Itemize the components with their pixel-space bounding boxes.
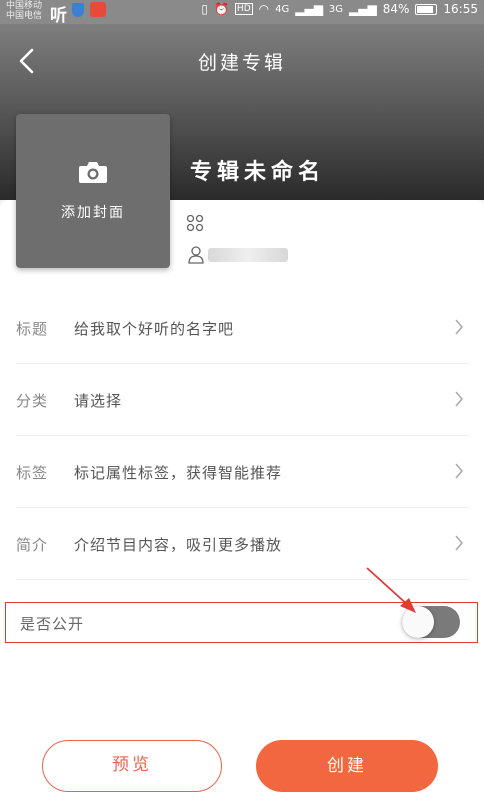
category-icon bbox=[186, 214, 204, 232]
title-input[interactable]: 给我取个好听的名字吧 bbox=[74, 318, 234, 339]
page-title: 创建专辑 bbox=[197, 52, 286, 74]
chevron-right-icon bbox=[455, 535, 464, 551]
network-1-label: 4G bbox=[275, 3, 290, 15]
add-cover-button[interactable]: 添加封面 bbox=[16, 114, 170, 268]
category-select[interactable]: 请选择 bbox=[74, 390, 122, 411]
form-card: 标题 给我取个好听的名字吧 分类 请选择 标签 标记属性标签，获得智能推荐 简介… bbox=[0, 200, 484, 811]
battery-percent: 84% bbox=[382, 2, 410, 16]
signal-1-icon: ▂▄▆ bbox=[295, 2, 323, 16]
shield-icon bbox=[72, 3, 84, 17]
preview-button[interactable]: 预览 bbox=[42, 740, 222, 792]
category-row[interactable]: 分类 请选择 bbox=[16, 364, 468, 436]
intro-row[interactable]: 简介 介绍节目内容，吸引更多播放 bbox=[16, 508, 468, 580]
public-toggle[interactable] bbox=[402, 606, 460, 638]
public-label: 是否公开 bbox=[20, 615, 85, 633]
tags-row[interactable]: 标签 标记属性标签，获得智能推荐 bbox=[16, 436, 468, 508]
carrier-names: 中国移动 中国电信 bbox=[6, 1, 42, 21]
camera-icon bbox=[79, 162, 107, 183]
status-bar: 中国移动 中国电信 听 ▯ ⏰ HD ◠ 4G ▂▄▆ 3G ▂▄▆ 84% 1… bbox=[0, 0, 484, 26]
wifi-icon: ◠ bbox=[258, 2, 270, 16]
chevron-right-icon bbox=[455, 319, 464, 335]
carrier-1: 中国移动 bbox=[6, 1, 43, 11]
signal-2-icon: ▂▄▆ bbox=[349, 2, 377, 16]
username-redacted bbox=[208, 248, 288, 262]
title-row[interactable]: 标题 给我取个好听的名字吧 bbox=[16, 292, 468, 364]
status-right: ▯ ⏰ HD ◠ 4G ▂▄▆ 3G ▂▄▆ 84% 16:55 bbox=[201, 2, 478, 16]
carrier-2: 中国电信 bbox=[6, 11, 43, 21]
alarm-icon: ⏰ bbox=[213, 2, 229, 16]
album-name: 专辑未命名 bbox=[190, 160, 326, 185]
chevron-right-icon bbox=[455, 391, 464, 407]
tags-input[interactable]: 标记属性标签，获得智能推荐 bbox=[74, 462, 282, 483]
row-label: 标题 bbox=[16, 320, 49, 338]
row-label: 分类 bbox=[16, 392, 49, 410]
intro-input[interactable]: 介绍节目内容，吸引更多播放 bbox=[74, 534, 282, 555]
chevron-right-icon bbox=[455, 463, 464, 479]
toggle-knob bbox=[402, 606, 434, 638]
cover-label: 添加封面 bbox=[61, 205, 125, 221]
clock: 16:55 bbox=[443, 2, 478, 16]
row-label: 简介 bbox=[16, 536, 49, 554]
ting-app-icon: 听 bbox=[50, 6, 67, 26]
user-icon bbox=[188, 246, 204, 264]
app-badge-icon bbox=[90, 2, 106, 17]
vibrate-icon: ▯ bbox=[201, 2, 208, 16]
hd-badge: HD bbox=[234, 3, 253, 15]
row-label: 标签 bbox=[16, 464, 49, 482]
battery-icon bbox=[415, 3, 438, 15]
back-button[interactable] bbox=[14, 46, 40, 76]
network-2-label: 3G bbox=[328, 3, 344, 15]
create-button[interactable]: 创建 bbox=[256, 740, 438, 792]
